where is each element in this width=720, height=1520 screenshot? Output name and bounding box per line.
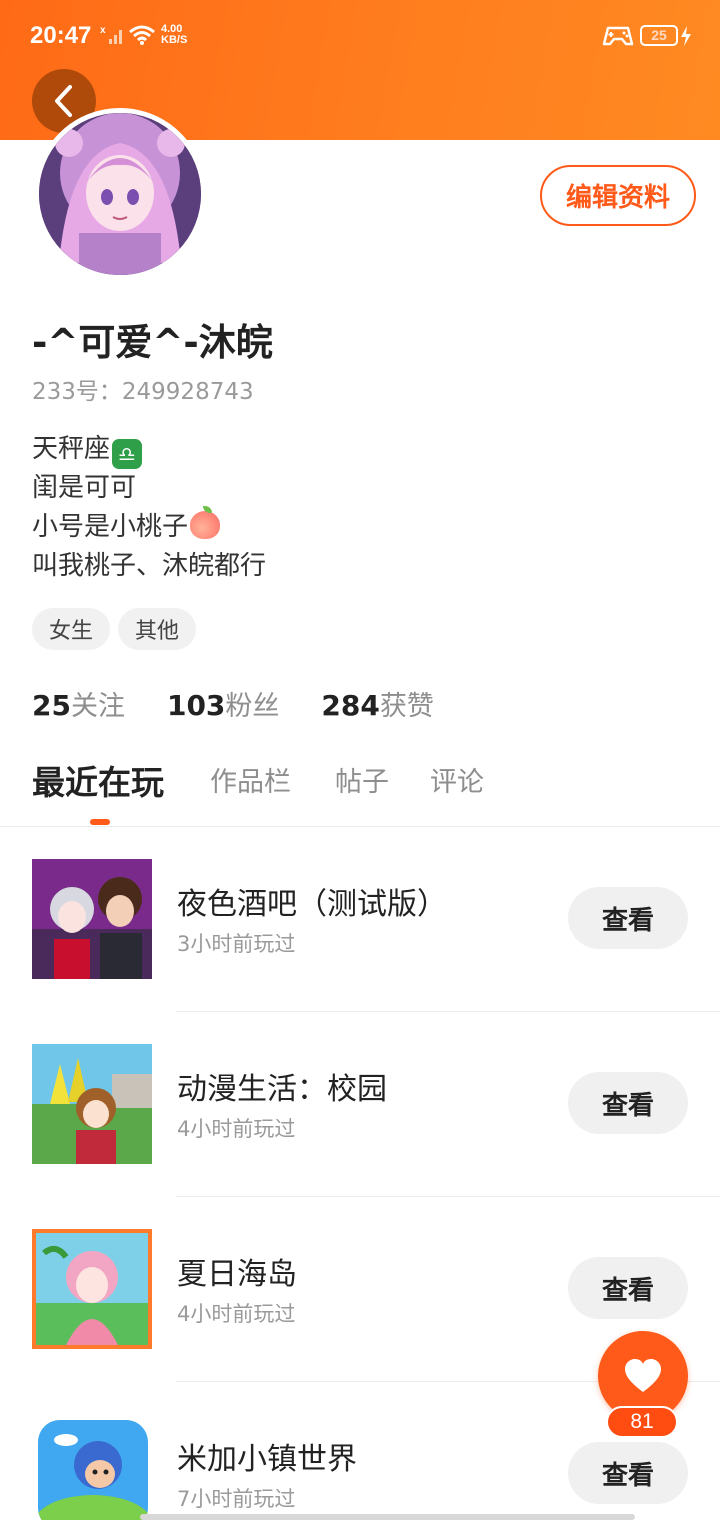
status-time: 20:47	[30, 22, 92, 49]
tab-recently-played[interactable]: 最近在玩	[32, 756, 164, 804]
net-speed-unit: KB/S	[161, 34, 188, 46]
stat-likes-value: 284	[321, 689, 380, 722]
stat-followers-value: 103	[166, 689, 226, 722]
stat-following[interactable]: 25关注	[32, 684, 125, 723]
game-last-played: 3小时前玩过	[177, 932, 296, 956]
game-cover-image	[32, 859, 152, 979]
game-last-played: 4小时前玩过	[177, 1302, 296, 1326]
stat-following-value: 25	[32, 689, 71, 722]
signal-icon: x	[100, 25, 122, 44]
bio-text: 小号是小桃子	[32, 512, 189, 542]
avatar[interactable]	[34, 108, 206, 280]
stat-followers-label: 粉丝	[225, 691, 280, 722]
profile-nickname: -^可爱^-沐皖	[32, 321, 273, 364]
peach-icon	[190, 506, 221, 539]
view-button[interactable]: 查看	[568, 1442, 688, 1504]
profile-tags: 女生 其他	[32, 608, 197, 650]
wifi-icon	[129, 25, 155, 45]
libra-icon: ♎	[112, 439, 143, 469]
stat-likes-label: 获赞	[379, 691, 434, 722]
stat-following-label: 关注	[70, 691, 125, 722]
game-title: 米加小镇世界	[177, 1442, 357, 1477]
bio-line: 天秤座 ♎	[32, 430, 266, 469]
bio-line: 小号是小桃子	[32, 506, 266, 547]
profile-bio: 天秤座 ♎ 闺是可可 小号是小桃子 叫我桃子、沐皖都行	[32, 430, 266, 586]
tab-comments[interactable]: 评论	[430, 760, 484, 799]
view-button[interactable]: 查看	[568, 1257, 688, 1319]
profile-stats: 25关注 103粉丝 284获赞	[32, 684, 434, 723]
stat-likes[interactable]: 284获赞	[321, 684, 433, 723]
game-title: 夏日海岛	[177, 1257, 297, 1292]
view-button[interactable]: 查看	[568, 887, 688, 949]
heart-icon	[625, 1359, 661, 1392]
avatar-image	[39, 113, 201, 275]
battery-icon: 25	[640, 25, 678, 46]
bio-text: 闺是可可	[32, 473, 137, 503]
game-cover-image	[32, 1044, 152, 1164]
tag-gender: 女生	[32, 608, 111, 650]
game-title: 夜色酒吧（测试版）	[177, 887, 447, 922]
horizontal-scrollbar	[140, 1514, 635, 1520]
status-bar: 20:47 x 4.00 KB/S 25	[0, 0, 720, 72]
bio-text: 天秤座	[32, 434, 111, 464]
edit-profile-button[interactable]: 编辑资料	[540, 165, 696, 226]
game-cover-image	[36, 1233, 148, 1345]
game-cover	[32, 859, 152, 979]
game-cover	[32, 1044, 152, 1164]
tab-active-indicator	[90, 819, 110, 825]
profile-user-id: 233号：249928743	[32, 379, 254, 405]
bio-line: 闺是可可	[32, 469, 266, 508]
stat-followers[interactable]: 103粉丝	[167, 684, 279, 723]
like-count-badge: 81	[606, 1406, 678, 1438]
game-last-played: 7小时前玩过	[177, 1487, 296, 1511]
svg-text:x: x	[100, 25, 106, 36]
list-item[interactable]: 夜色酒吧（测试版） 3小时前玩过 查看	[0, 827, 720, 1012]
bio-text: 叫我桃子、沐皖都行	[32, 551, 267, 581]
view-button[interactable]: 查看	[568, 1072, 688, 1134]
game-title: 动漫生活：校园	[177, 1072, 387, 1107]
game-cover	[38, 1420, 148, 1520]
charging-icon	[681, 26, 691, 46]
tab-posts[interactable]: 帖子	[335, 760, 389, 799]
tag-other: 其他	[118, 608, 197, 650]
list-item[interactable]: 动漫生活：校园 4小时前玩过 查看	[0, 1012, 720, 1197]
chevron-left-icon	[55, 85, 72, 117]
bio-line: 叫我桃子、沐皖都行	[32, 547, 266, 586]
game-cover	[32, 1229, 152, 1349]
net-speed: 4.00 KB/S	[161, 24, 187, 46]
gamepad-icon	[602, 26, 634, 46]
game-cover-image	[38, 1420, 148, 1520]
tab-works[interactable]: 作品栏	[210, 760, 291, 799]
game-last-played: 4小时前玩过	[177, 1117, 296, 1141]
